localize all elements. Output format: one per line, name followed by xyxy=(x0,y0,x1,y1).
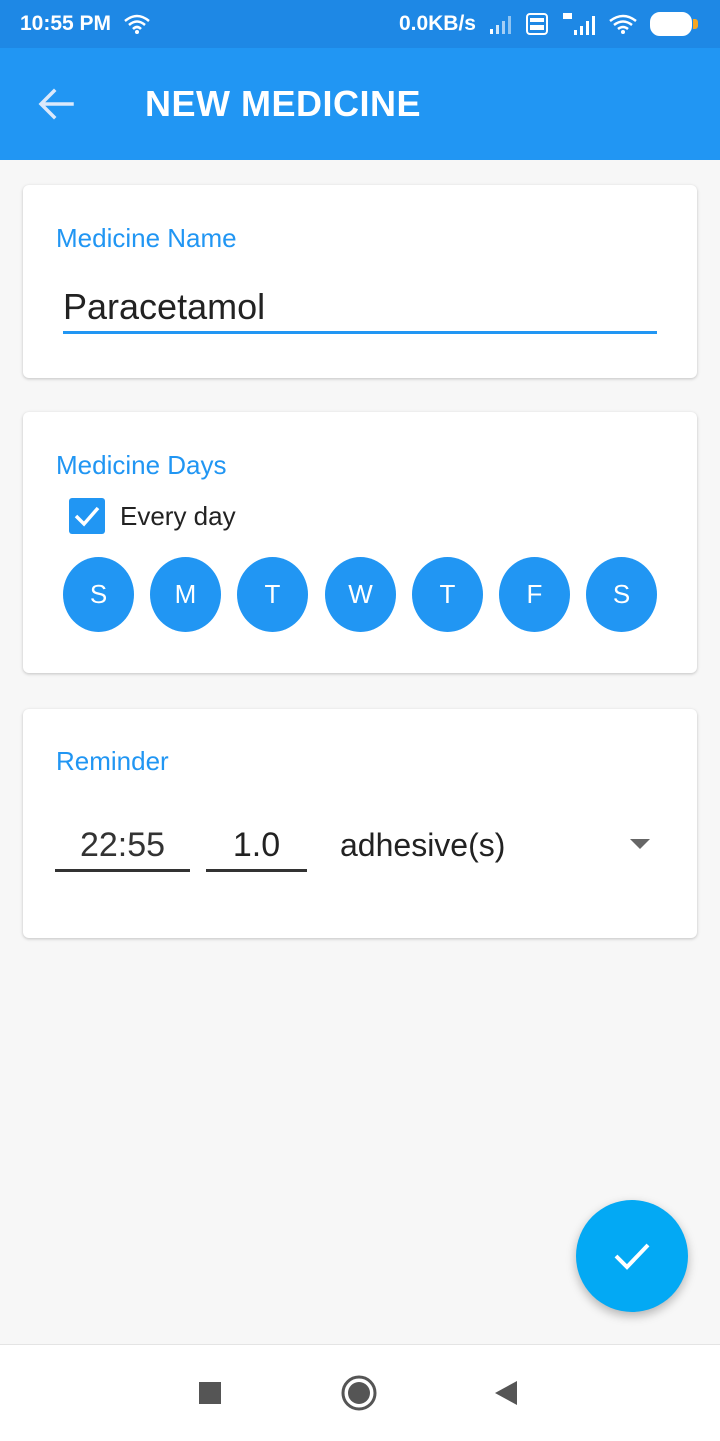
page-title: NEW MEDICINE xyxy=(145,83,421,124)
wifi-icon xyxy=(124,14,150,34)
check-icon xyxy=(614,1243,650,1270)
wifi-icon xyxy=(609,14,637,34)
dropdown-arrow-icon xyxy=(630,839,650,849)
medicine-days-card: Medicine Days Every day S M T W T F S xyxy=(23,412,697,673)
app-bar: NEW MEDICINE xyxy=(0,48,720,160)
signal-icon xyxy=(490,16,511,34)
medicine-name-input[interactable] xyxy=(63,283,657,334)
home-button[interactable] xyxy=(335,1369,383,1417)
4g-icon xyxy=(563,13,595,35)
day-wednesday[interactable]: W xyxy=(325,557,396,632)
day-thursday[interactable]: T xyxy=(412,557,483,632)
every-day-checkbox[interactable] xyxy=(69,498,105,534)
medicine-name-card: Medicine Name xyxy=(23,185,697,378)
home-circle-icon xyxy=(341,1375,377,1411)
reminder-label: Reminder xyxy=(56,746,169,776)
system-nav-bar xyxy=(0,1344,720,1441)
back-nav-button[interactable] xyxy=(482,1369,530,1417)
reminder-time-field[interactable]: 22:55 xyxy=(55,821,190,872)
back-triangle-icon xyxy=(495,1381,517,1405)
reminder-quantity-field[interactable]: 1.0 xyxy=(206,821,307,872)
day-tuesday[interactable]: T xyxy=(237,557,308,632)
recents-square-icon xyxy=(199,1382,221,1404)
back-button[interactable] xyxy=(21,69,91,139)
day-selector: S M T W T F S xyxy=(63,557,657,632)
battery-icon: 15 xyxy=(650,12,698,36)
arrow-left-icon xyxy=(38,88,74,120)
status-time: 10:55 PM xyxy=(20,12,112,35)
every-day-label: Every day xyxy=(120,500,236,531)
day-monday[interactable]: M xyxy=(150,557,221,632)
volte-icon xyxy=(526,13,548,35)
unit-dropdown[interactable]: adhesive(s) xyxy=(340,821,650,869)
network-speed: 0.0KB/s xyxy=(398,12,476,35)
medicine-days-label: Medicine Days xyxy=(56,450,227,480)
every-day-checkbox-row[interactable]: Every day xyxy=(69,498,236,534)
day-saturday[interactable]: S xyxy=(586,557,657,632)
unit-dropdown-value: adhesive(s) xyxy=(340,826,506,863)
recents-button[interactable] xyxy=(186,1369,234,1417)
battery-level: 15 xyxy=(662,15,680,33)
save-fab-button[interactable] xyxy=(576,1200,688,1312)
medicine-name-label: Medicine Name xyxy=(56,223,237,253)
day-friday[interactable]: F xyxy=(499,557,570,632)
day-sunday[interactable]: S xyxy=(63,557,134,632)
check-icon xyxy=(74,506,100,527)
reminder-card: Reminder 22:55 1.0 adhesive(s) xyxy=(23,709,697,938)
status-bar: 10:55 PM 0.0KB/s 15 xyxy=(0,0,720,48)
